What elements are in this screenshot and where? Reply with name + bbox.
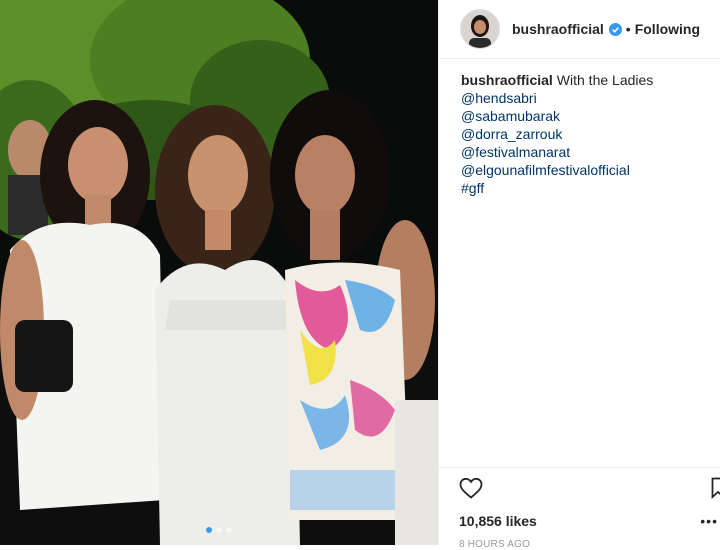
header-separator: • bbox=[625, 21, 631, 37]
mention-link[interactable]: @dorra_zarrouk bbox=[461, 125, 720, 143]
avatar[interactable] bbox=[460, 9, 500, 49]
photo-image bbox=[0, 0, 438, 545]
more-options-icon[interactable]: ••• bbox=[700, 513, 718, 529]
caption-line: bushraofficial With the Ladies bbox=[461, 71, 720, 89]
username-link[interactable]: bushraofficial bbox=[512, 21, 604, 37]
caption-text: With the Ladies bbox=[556, 72, 654, 88]
mention-link[interactable]: @sabamubarak bbox=[461, 107, 720, 125]
caption: bushraofficial With the Ladies @hendsabri… bbox=[439, 59, 720, 197]
action-icons bbox=[459, 477, 720, 503]
post-photo[interactable] bbox=[0, 0, 438, 545]
carousel-dot-3[interactable] bbox=[226, 527, 232, 533]
heart-icon[interactable] bbox=[459, 477, 483, 503]
post-sidebar: bushraofficial • Following bushraofficia… bbox=[438, 0, 720, 550]
post-actions: 10,856 likes 8 HOURS AGO bbox=[439, 467, 720, 550]
caption-username[interactable]: bushraofficial bbox=[461, 72, 553, 88]
mention-link[interactable]: @festivalmanarat bbox=[461, 143, 720, 161]
bookmark-icon[interactable] bbox=[711, 477, 720, 503]
following-button[interactable]: Following bbox=[635, 21, 700, 37]
likes-count[interactable]: 10,856 likes bbox=[459, 513, 720, 529]
post-header: bushraofficial • Following bbox=[439, 0, 720, 59]
mention-link[interactable]: @elgounafilmfestivalofficial bbox=[461, 161, 720, 179]
carousel-dot-2[interactable] bbox=[216, 527, 222, 533]
mention-link[interactable]: @hendsabri bbox=[461, 89, 720, 107]
carousel-dot-1[interactable] bbox=[206, 527, 212, 533]
carousel-indicator bbox=[0, 527, 438, 533]
verified-badge-icon bbox=[608, 22, 622, 36]
hashtag-link[interactable]: #gff bbox=[461, 179, 720, 197]
